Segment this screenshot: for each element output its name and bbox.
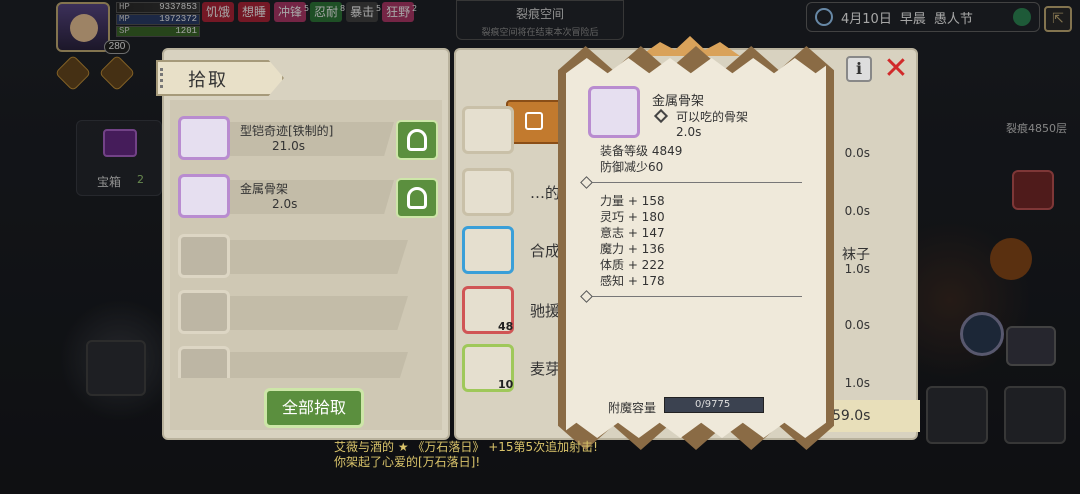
row-time: 0.0s (844, 146, 870, 160)
row-count: 10 (498, 378, 514, 391)
total-time: 59.0s (822, 400, 920, 432)
row-label: 驰援 (530, 302, 561, 320)
row-time: 0.0s (844, 318, 870, 332)
armor-icon (178, 116, 230, 160)
tooltip-edible: 可以吃的骨架 (676, 110, 749, 124)
divider (584, 296, 802, 297)
empty-slot (178, 290, 434, 334)
cube-item-icon (462, 226, 514, 274)
stat-strength: 力量 + 158 (600, 194, 665, 208)
hand-icon (407, 129, 427, 151)
row-extra: 袜子 (842, 247, 870, 263)
empty-bar (230, 352, 408, 378)
stat-constitution: 体质 + 222 (600, 258, 665, 272)
tooltip-item-name: 金属骨架 (652, 94, 705, 109)
empty-slot (178, 346, 434, 378)
empty-slot (178, 234, 434, 278)
info-icon[interactable]: i (846, 56, 872, 82)
stat-dexterity: 灵巧 + 180 (600, 210, 665, 224)
pickup-title: 拾取 (188, 70, 228, 91)
enchant-capacity: 0/9775 (664, 397, 764, 413)
defense-reduction: 防御减少60 (600, 160, 664, 174)
pickup-panel: 拾取 型铠奇迹[铁制的] 21.0s 金属骨架 2.0s 全部拾取 (156, 48, 450, 440)
skeleton-icon (588, 86, 640, 138)
pick-all-button[interactable]: 全部拾取 (264, 388, 364, 428)
pickup-tab: 拾取 (156, 60, 284, 96)
enchant-label: 附魔容量 (608, 401, 657, 415)
tv-item-icon (462, 106, 514, 154)
stat-perception: 感知 + 178 (600, 274, 665, 288)
item-time: 2.0s (272, 197, 298, 211)
empty-bar (230, 296, 408, 330)
take-button[interactable] (396, 120, 438, 160)
row-label: 麦芽 (530, 360, 561, 378)
divider (584, 182, 802, 183)
item-name: 金属骨架 (240, 182, 289, 196)
item-time: 21.0s (272, 139, 305, 153)
empty-slot-icon (178, 234, 230, 278)
close-icon[interactable]: ✕ (880, 54, 912, 86)
chat-line: 你架起了心爱的[万石落日]! (334, 455, 481, 469)
row-time: 1.0s (844, 376, 870, 390)
empty-bar (230, 240, 408, 274)
boots-icon (462, 168, 514, 216)
spiral-icon (160, 68, 172, 88)
pickup-item[interactable]: 金属骨架 2.0s (178, 174, 438, 218)
pickup-item[interactable]: 型铠奇迹[铁制的] 21.0s (178, 116, 438, 160)
chat-log: 艾薇与酒的 ★ 《万石落日》 +15第5次追加射击! 你架起了心爱的[万石落日]… (334, 440, 598, 470)
tooltip-time: 2.0s (676, 125, 702, 139)
take-button[interactable] (396, 178, 438, 218)
stat-will: 意志 + 147 (600, 226, 665, 240)
chat-line: 艾薇与酒的 ★ 《万石落日》 +15第5次追加射击! (334, 440, 598, 454)
row-time: 0.0s (844, 204, 870, 218)
hand-icon (407, 187, 427, 209)
equip-level: 装备等级 4849 (600, 144, 683, 158)
row-count: 48 (498, 320, 514, 333)
row-time: 1.0s (844, 262, 870, 276)
item-name: 型铠奇迹[铁制的] (240, 124, 334, 138)
empty-slot-icon (178, 346, 230, 378)
row-label: 合成 (530, 242, 561, 260)
skeleton-icon (178, 174, 230, 218)
stat-magic: 魔力 + 136 (600, 242, 665, 256)
empty-slot-icon (178, 290, 230, 334)
